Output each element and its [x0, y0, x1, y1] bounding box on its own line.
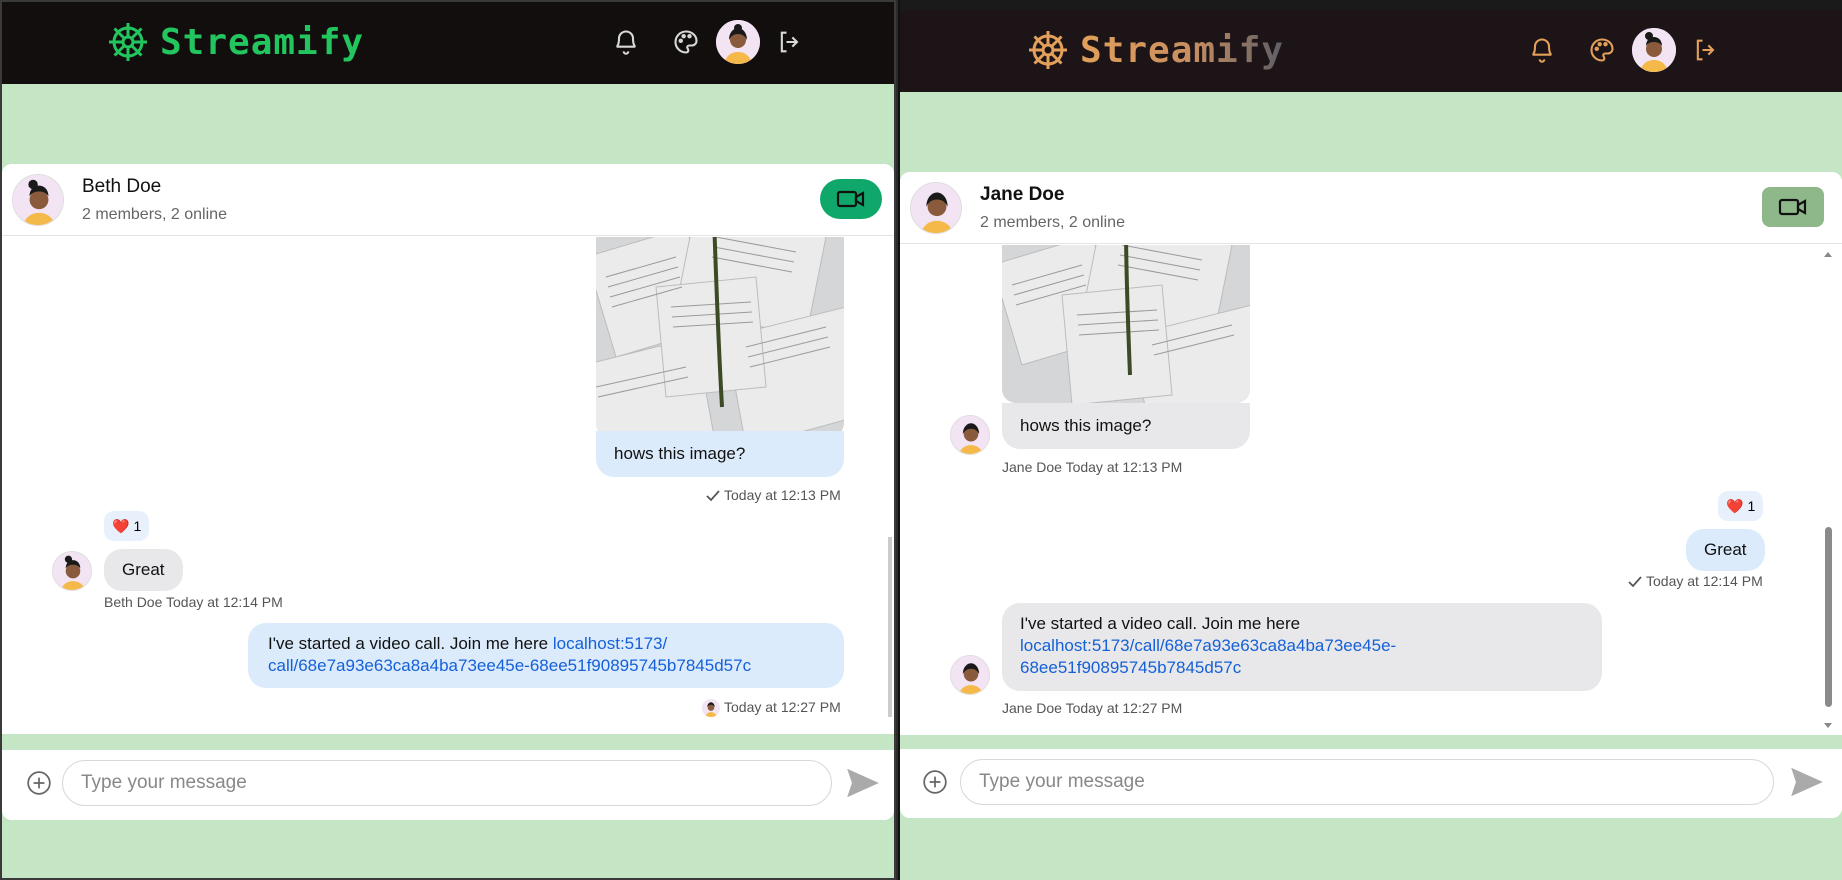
message-composer: Type your message	[2, 750, 894, 820]
steering-wheel-icon	[109, 23, 147, 61]
message-bubble[interactable]: Great	[104, 549, 183, 591]
message-meta: Today at 12:27 PM	[702, 699, 841, 718]
message-input[interactable]: Type your message	[62, 760, 832, 806]
book-pages-photo	[1002, 245, 1250, 403]
brand-logo[interactable]: Streamify	[1026, 28, 1284, 72]
channel-avatar	[910, 182, 962, 234]
send-icon[interactable]	[844, 764, 882, 802]
chat-window: Beth Doe 2 members, 2 online hows this i…	[2, 164, 894, 820]
message-composer: Type your message	[900, 749, 1842, 818]
heart-emoji: ❤️	[112, 517, 130, 534]
heart-emoji: ❤️	[1726, 497, 1744, 514]
divider	[900, 735, 1842, 749]
logout-icon	[780, 31, 799, 53]
reaction-badge[interactable]: ❤️ 1	[1718, 491, 1764, 521]
message-input[interactable]: Type your message	[960, 759, 1774, 805]
theme-button[interactable]	[1580, 28, 1624, 72]
channel-header: Jane Doe 2 members, 2 online	[900, 172, 1842, 244]
message-image[interactable]	[1002, 245, 1250, 403]
call-link[interactable]: call/68e7a93e63ca8a4ba73ee45e-68ee51f908…	[268, 656, 751, 675]
logout-button[interactable]	[1684, 28, 1728, 72]
message-bubble[interactable]: I've started a video call. Join me here …	[1002, 603, 1602, 691]
message-image[interactable]	[596, 237, 844, 437]
check-icon	[1628, 576, 1642, 588]
call-link[interactable]: localhost:5173/call/68e7a93e63ca8a4ba73e…	[1020, 636, 1396, 655]
channel-avatar	[12, 174, 64, 226]
chat-window: Jane Doe 2 members, 2 online hows this i…	[900, 172, 1842, 818]
message-list[interactable]: hows this image? Jane Doe Today at 12:13…	[900, 245, 1842, 735]
bell-icon	[616, 30, 636, 55]
book-pages-photo	[596, 237, 844, 437]
brand-logo[interactable]: Streamify	[106, 20, 364, 64]
navbar: Streamify	[2, 2, 894, 84]
sender-avatar	[52, 551, 92, 591]
send-icon[interactable]	[1788, 763, 1826, 801]
scroll-up-arrow[interactable]	[1822, 249, 1834, 259]
channel-title: Beth Doe	[82, 176, 162, 197]
reaction-count: 1	[133, 518, 142, 534]
channel-header: Beth Doe 2 members, 2 online	[2, 164, 894, 236]
avatar-illustration	[1632, 28, 1676, 72]
theme-button[interactable]	[664, 20, 708, 64]
logout-icon	[1696, 39, 1715, 61]
channel-subtitle: 2 members, 2 online	[82, 206, 227, 223]
channel-title: Jane Doe	[980, 184, 1065, 205]
divider	[2, 734, 894, 750]
call-link[interactable]: 68ee51f90895745b7845d57c	[1020, 658, 1241, 677]
user-avatar[interactable]	[1632, 28, 1676, 72]
steering-wheel-icon	[1029, 31, 1067, 69]
message-list[interactable]: hows this image? Today at 12:13 PM ❤️ 1 …	[2, 237, 894, 734]
message-meta: Jane Doe Today at 12:27 PM	[1002, 700, 1183, 716]
call-link[interactable]: localhost:5173/	[553, 634, 667, 653]
sender-avatar	[950, 655, 990, 695]
message-meta: Beth Doe Today at 12:14 PM	[104, 594, 283, 610]
logout-button[interactable]	[768, 20, 812, 64]
video-camera-icon	[836, 190, 865, 208]
notifications-button[interactable]	[1520, 28, 1564, 72]
window-top-strip	[900, 0, 1842, 10]
brand-name: Streamify	[1080, 29, 1285, 71]
sender-avatar	[950, 415, 990, 455]
scroll-down-arrow[interactable]	[1822, 721, 1834, 731]
message-text: I've started a video call. Join me here	[268, 634, 553, 653]
video-call-button[interactable]	[820, 179, 882, 219]
reaction-badge[interactable]: ❤️ 1	[104, 511, 150, 541]
palette-icon	[674, 30, 698, 54]
user-avatar[interactable]	[716, 20, 760, 64]
plus-circle-icon[interactable]	[26, 770, 52, 796]
message-text: I've started a video call. Join me here	[1020, 614, 1301, 633]
message-meta: Jane Doe Today at 12:13 PM	[1002, 459, 1183, 475]
plus-circle-icon[interactable]	[922, 769, 948, 795]
palette-icon	[1590, 38, 1614, 62]
video-call-button[interactable]	[1762, 187, 1824, 227]
left-browser-window: Streamify Beth Doe 2 members, 2 online h…	[0, 0, 896, 880]
video-camera-icon	[1778, 198, 1807, 216]
message-meta: Today at 12:13 PM	[706, 487, 841, 503]
brand-name: Streamify	[160, 21, 365, 63]
message-caption: hows this image?	[596, 431, 844, 477]
message-meta: Today at 12:14 PM	[1628, 573, 1763, 589]
channel-subtitle: 2 members, 2 online	[980, 214, 1125, 231]
message-bubble[interactable]: I've started a video call. Join me here …	[248, 623, 844, 688]
bell-icon	[1532, 38, 1552, 63]
read-receipt-avatar	[702, 699, 720, 718]
scrollbar[interactable]	[888, 537, 892, 717]
scrollbar[interactable]	[1822, 249, 1834, 731]
scrollbar-thumb[interactable]	[1825, 527, 1832, 707]
avatar-illustration	[716, 20, 760, 64]
check-icon	[706, 490, 720, 502]
reaction-count: 1	[1747, 498, 1756, 514]
right-browser-window: Streamify Jane Doe 2 members, 2 online h…	[898, 0, 1842, 880]
navbar: Streamify	[900, 10, 1842, 92]
notifications-button[interactable]	[604, 20, 648, 64]
message-caption: hows this image?	[1002, 403, 1250, 449]
message-bubble[interactable]: Great	[1686, 529, 1765, 571]
